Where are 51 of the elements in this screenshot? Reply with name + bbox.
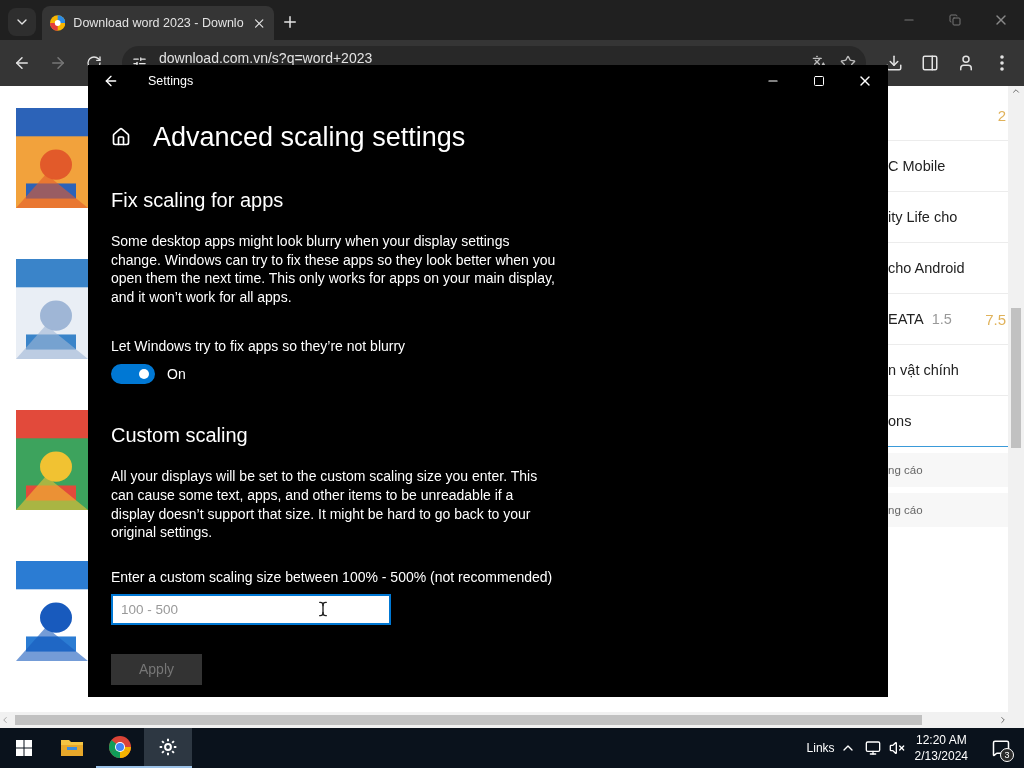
home-icon[interactable] <box>111 127 131 147</box>
tab-title: Download word 2023 - Downlo <box>73 16 244 30</box>
download-icon <box>885 54 903 72</box>
links-toolbar[interactable]: Links <box>806 741 835 755</box>
chrome-icon <box>108 735 132 759</box>
scaling-input[interactable]: 100 - 500 <box>111 593 391 625</box>
folder-icon <box>61 738 83 756</box>
restore-icon <box>949 14 961 26</box>
url-text: download.com.vn/s?q=word+2023 <box>159 50 374 66</box>
scrollbar-thumb[interactable] <box>15 715 922 725</box>
item-title: ons <box>888 413 912 429</box>
item-title: n vật chính <box>888 362 959 378</box>
browser-tab[interactable]: Download word 2023 - Downlo <box>42 6 274 40</box>
person-icon <box>957 54 975 72</box>
item-title: cho Android <box>888 260 965 276</box>
ad-label: ng cáo <box>888 453 1008 487</box>
notification-count: 3 <box>1000 748 1014 762</box>
toggle-switch[interactable] <box>111 364 155 385</box>
item-rating: 7.5 <box>985 310 1006 328</box>
section-heading: Fix scaling for apps <box>111 189 285 212</box>
setting-label: Let Windows try to fix apps so they’re not blurry <box>111 338 407 355</box>
windows-logo-icon <box>16 740 32 756</box>
scroll-right-icon[interactable] <box>998 715 1008 725</box>
setting-label: Enter a custom scaling size between 100% - 500% (not recommended) <box>111 568 554 585</box>
maximize-icon <box>813 75 825 87</box>
date-text: 2/13/2024 <box>914 748 968 764</box>
item-rating: 2 <box>997 106 1006 124</box>
item-title: ity Life cho <box>888 209 958 225</box>
taskbar-app[interactable] <box>144 728 192 768</box>
item-title: C Mobile <box>888 158 946 174</box>
page-heading: Advanced scaling settings <box>153 121 466 153</box>
menu-icon <box>1000 55 1004 71</box>
message-icon <box>992 739 1010 757</box>
forward-arrow-icon <box>49 54 67 72</box>
scrollbar-thumb[interactable] <box>1011 308 1021 448</box>
muted-speaker-icon[interactable] <box>888 740 905 756</box>
side-panel-icon <box>921 54 939 72</box>
tab-search-button[interactable] <box>8 8 36 36</box>
site-favicon <box>50 15 66 31</box>
action-center-button[interactable]: 3 <box>978 728 1024 768</box>
clock[interactable]: 12:20 AM 2/13/2024 <box>914 732 968 764</box>
section-description: Some desktop apps might look blurry when your display settings change. Windows can try to fix these apps so they look better when you open them the next time. This only works for apps on your main display, and it won’t work for all apps. <box>111 232 557 307</box>
scroll-up-icon[interactable] <box>1011 86 1021 96</box>
section-description: All your displays will be set to the custom scaling size you enter. This can cause some text, apps, and other items to be unreadable if a display doesn’t support that size. It might be hard to go back to your original settings. <box>111 467 539 542</box>
toggle-state: On <box>167 366 186 383</box>
item-version: 1.5 <box>931 311 952 327</box>
time-text: 12:20 AM <box>915 732 967 748</box>
section-heading: Custom scaling <box>111 424 249 448</box>
item-title: EATA <box>888 311 924 327</box>
plus-icon <box>281 13 299 31</box>
ad-label: ng cáo <box>888 493 1008 527</box>
